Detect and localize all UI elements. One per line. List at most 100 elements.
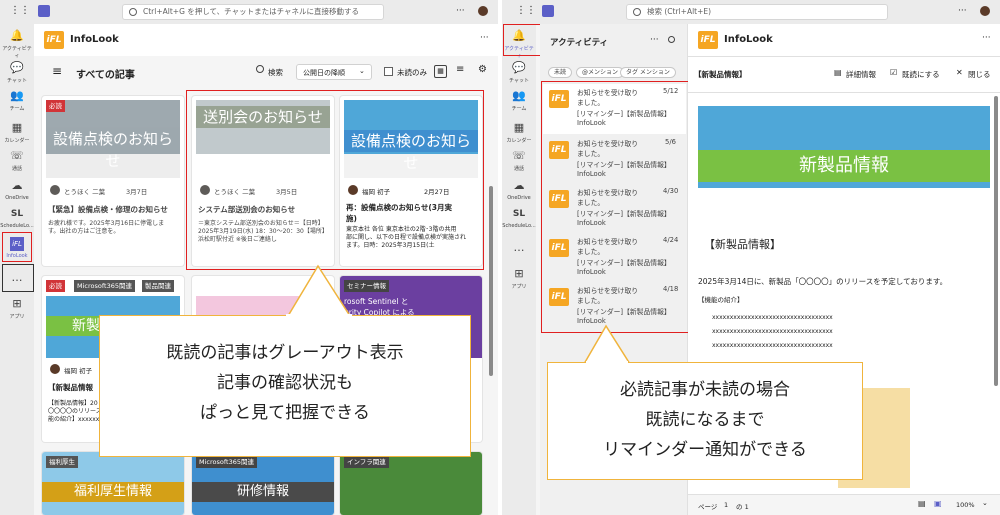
rail-calls[interactable]: ☏ 通話 xyxy=(502,146,536,178)
activity-title: アクティビティ xyxy=(550,38,609,48)
details-button[interactable]: 詳細情報 xyxy=(846,69,876,80)
doc-more-icon[interactable]: ··· xyxy=(982,33,991,43)
chat-icon: 💬 xyxy=(10,61,24,74)
doc-banner-title: 新製品情報 xyxy=(698,150,990,182)
right-callout-pointer xyxy=(583,324,631,364)
schedule-icon: SL xyxy=(10,209,24,219)
bell-icon: 🔔 xyxy=(10,29,24,42)
card-1-avatar xyxy=(50,185,60,195)
more-options-icon[interactable]: ··· xyxy=(456,6,465,16)
user-avatar[interactable] xyxy=(980,6,990,16)
apps-icon: ⊞ xyxy=(514,267,524,280)
teams-logo-icon xyxy=(38,5,50,17)
mark-read-icon[interactable]: ☑ xyxy=(890,68,897,77)
card-1-content: 設備点検のお知らせ とうほく 二葉 3月7日 【緊急】設備点検・修理のお知らせ … xyxy=(42,96,184,266)
article-card-7[interactable]: 福利厚生 福利厚生情報 xyxy=(42,452,184,515)
rail-teams[interactable]: 👥 チーム xyxy=(502,86,536,118)
right-callout: 必読記事が未読の場合 既読になるまで リマインダー通知ができる xyxy=(547,362,863,480)
right-title-bar: ⋮⋮ 検索 (Ctrl+Alt+E) ··· xyxy=(502,0,1000,24)
chat-icon: 💬 xyxy=(512,61,526,74)
zoom-level[interactable]: 100% xyxy=(956,501,975,509)
right-search-input[interactable]: 検索 (Ctrl+Alt+E) xyxy=(626,4,888,20)
left-teams-window: ⋮⋮ Ctrl+Alt+G を押して、チャットまたはチャネルに直接移動する ··… xyxy=(0,0,498,515)
right-app-rail: 🔔 アクティビティ 💬 チャット 👥 チーム ▦ カレンダー ☏ 通話 ☁ OneDrive… xyxy=(502,24,536,515)
teams-icon: 👥 xyxy=(10,89,24,102)
doc-sub: 【機能の紹介】 xyxy=(698,296,744,304)
hamburger-icon[interactable]: ≡ xyxy=(52,64,62,78)
rail-apps[interactable]: ⊞ アプリ xyxy=(502,264,536,296)
print-layout-icon[interactable]: ▤ xyxy=(918,499,926,508)
doc-scrollbar[interactable] xyxy=(994,96,998,386)
user-avatar[interactable] xyxy=(478,6,488,16)
doc-tab-title: 【新製品情報】 xyxy=(694,70,747,79)
sort-dropdown[interactable]: 公開日の降順 ⌄ xyxy=(296,64,372,80)
close-button[interactable]: 閉じる xyxy=(968,69,991,80)
doc-app-name: InfoLook xyxy=(724,34,773,45)
doc-banner: 新製品情報 xyxy=(698,106,990,222)
chevron-down-icon: ⌄ xyxy=(359,67,365,75)
activity-more-icon[interactable]: ··· xyxy=(650,35,659,45)
infolook-rail-highlight xyxy=(2,232,32,262)
phone-icon: ☏ xyxy=(10,149,24,162)
left-callout-pointer xyxy=(287,264,351,316)
infolook-logo-icon: iFL xyxy=(44,31,64,49)
card-1-title: 【緊急】設備点検・修理のお知らせ xyxy=(48,205,168,214)
read-cards-highlight xyxy=(186,90,484,270)
page-title: すべての記事 xyxy=(76,70,135,81)
more-options-icon[interactable]: ··· xyxy=(958,6,967,16)
settings-icon[interactable]: ⚙ xyxy=(478,64,487,75)
search-icon[interactable] xyxy=(256,65,264,73)
card-1-banner-text: 設備点検のお知らせ xyxy=(52,130,173,170)
card-1-body: お疲れ様です。2025年3月16日に停電しま す。出社の方はご注意を。 xyxy=(48,220,165,235)
filter-tag-mention[interactable]: タグ メンション xyxy=(620,67,676,78)
doc-heading: 【新製品情報】 xyxy=(704,238,781,251)
left-scrollbar[interactable] xyxy=(489,186,493,376)
pane-divider xyxy=(498,0,502,515)
rail-schedule[interactable]: SL ScheduleLo... xyxy=(502,204,536,236)
left-search-input[interactable]: Ctrl+Alt+G を押して、チャットまたはチャネルに直接移動する xyxy=(122,4,384,20)
calendar-icon: ▦ xyxy=(11,121,23,134)
infolook-header: iFL InfoLook ··· xyxy=(34,24,498,56)
article-card-1[interactable]: 設備点検のお知らせ とうほく 二葉 3月7日 【緊急】設備点検・修理のお知らせ … xyxy=(42,96,184,266)
article-card-8[interactable]: Microsoft365関連 研修情報 xyxy=(192,452,334,515)
grid-view-icon[interactable]: ▦ xyxy=(434,65,447,78)
rail-teams[interactable]: 👥 チーム xyxy=(0,86,34,118)
chevron-down-icon[interactable]: ⌄ xyxy=(982,499,988,507)
rail-apps[interactable]: ⊞ アプリ xyxy=(0,294,34,326)
search-label[interactable]: 検索 xyxy=(268,67,283,78)
close-icon[interactable]: ✕ xyxy=(956,68,963,77)
header-more-icon[interactable]: ··· xyxy=(480,33,489,43)
mark-read-button[interactable]: 既読にする xyxy=(902,69,940,80)
search-icon xyxy=(129,8,137,16)
activity-search-icon[interactable] xyxy=(668,36,675,43)
activity-rail-highlight xyxy=(503,24,541,56)
grid-icon[interactable]: ⋮⋮ xyxy=(10,5,30,16)
card-1-banner: 設備点検のお知らせ xyxy=(46,100,180,178)
cloud-icon: ☁ xyxy=(513,179,525,192)
articles-toolbar: ≡ すべての記事 検索 公開日の降順 ⌄ 未読のみ ▦ ≡ ⚙ xyxy=(34,56,498,88)
teams-icon: 👥 xyxy=(512,89,526,102)
left-title-bar: ⋮⋮ Ctrl+Alt+G を押して、チャットまたはチャネルに直接移動する ··… xyxy=(0,0,498,24)
unread-checkbox[interactable] xyxy=(384,67,393,76)
web-layout-icon[interactable]: ▣ xyxy=(934,499,942,508)
more-icon: … xyxy=(513,241,525,254)
left-callout: 既読の記事はグレーアウト表示 記事の確認状況も ぱっと見て把握できる xyxy=(99,315,471,457)
doc-footer: ページ 1 の 1 ▤ ▣ 100% ⌄ xyxy=(688,494,1000,515)
right-teams-window: ⋮⋮ 検索 (Ctrl+Alt+E) ··· 🔔 アクティビティ 💬 チャット 👥 チ… xyxy=(502,0,1000,515)
rail-activity[interactable]: 🔔 アクティビティ xyxy=(0,26,34,59)
apps-icon: ⊞ xyxy=(12,297,22,310)
search-icon xyxy=(633,8,641,16)
filter-mention[interactable]: @メンション xyxy=(576,67,625,78)
filter-unread[interactable]: 未読 xyxy=(548,67,573,78)
list-view-icon[interactable]: ≡ xyxy=(456,64,464,75)
rail-calls[interactable]: ☏ 通話 xyxy=(0,146,34,178)
article-card-9[interactable]: インフラ関連 xyxy=(340,452,482,515)
phone-icon: ☏ xyxy=(512,149,526,162)
must-read-badge: 必読 xyxy=(46,100,65,112)
more-rail-box xyxy=(2,264,34,292)
details-icon[interactable]: ▤ xyxy=(834,68,842,77)
cloud-icon: ☁ xyxy=(11,179,23,192)
page-number[interactable]: 1 xyxy=(724,501,728,509)
grid-icon[interactable]: ⋮⋮ xyxy=(516,5,536,16)
schedule-icon: SL xyxy=(512,209,526,219)
